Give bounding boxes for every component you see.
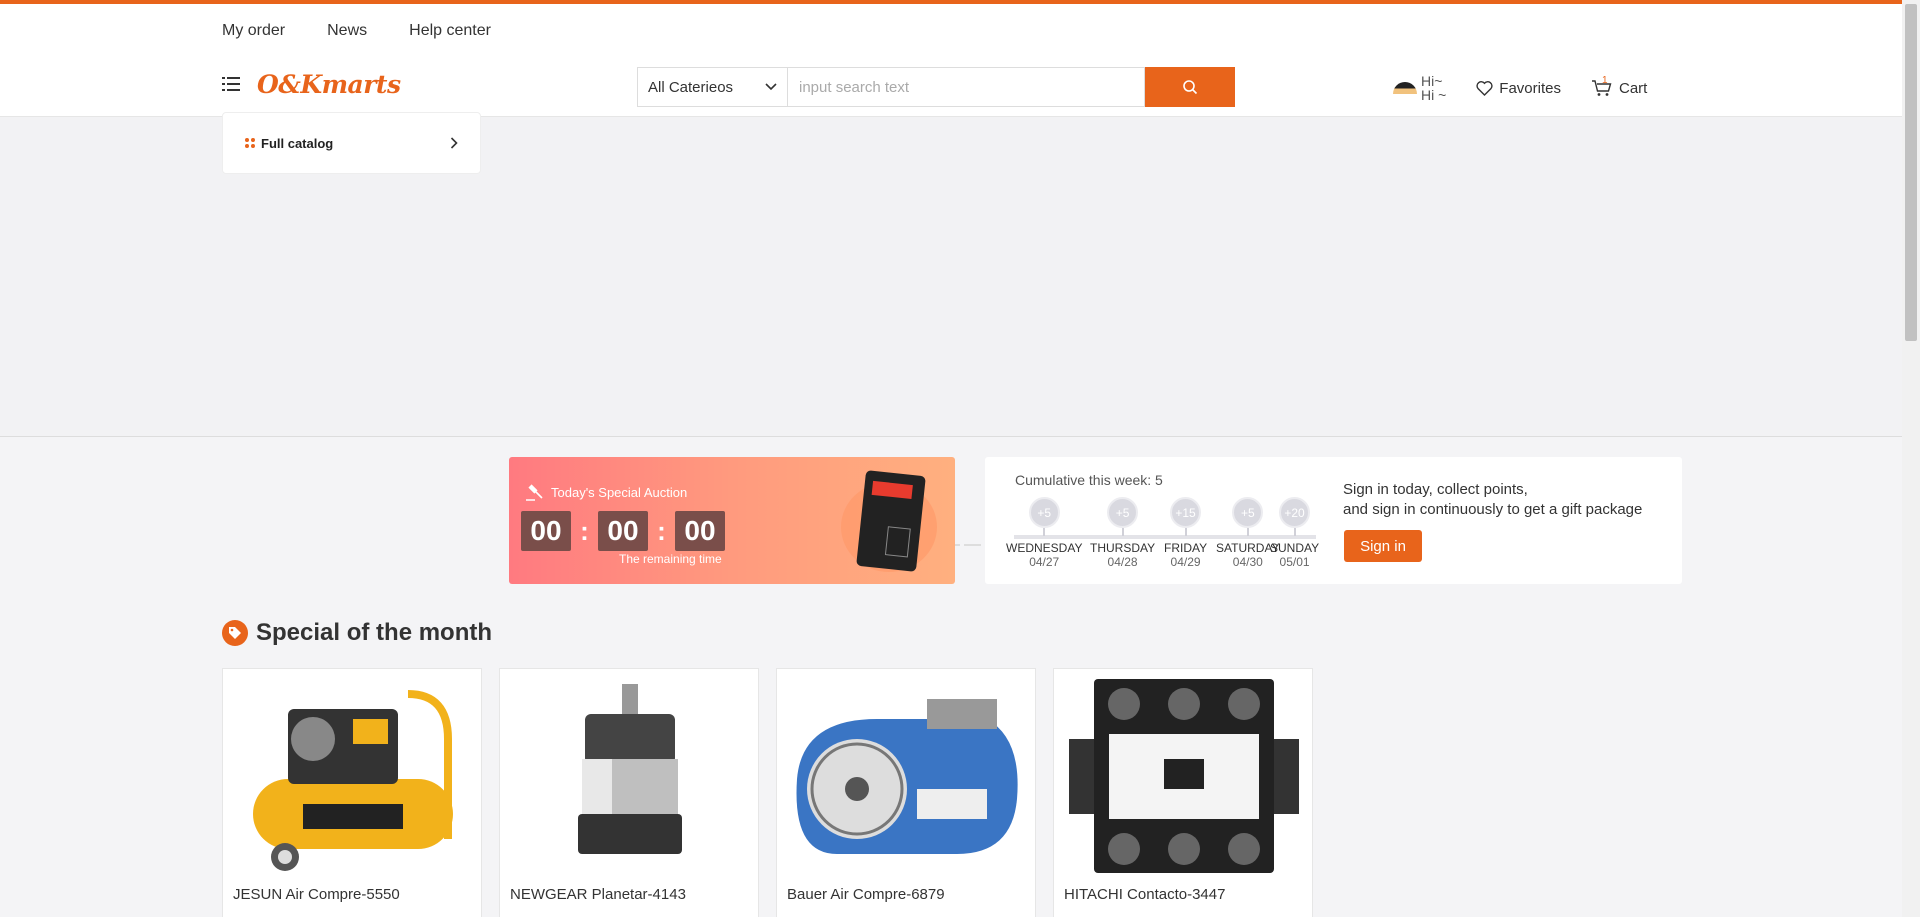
my-order-link[interactable]: My order — [222, 22, 285, 40]
news-link[interactable]: News — [327, 22, 367, 40]
product-name: JESUN Air Compre-5550 — [233, 886, 400, 903]
product-card[interactable]: JESUN Air Compre-5550 — [222, 668, 482, 917]
auction-title: Today's Special Auction — [525, 483, 687, 501]
bauer-compressor-image — [796, 699, 1018, 854]
full-catalog-label-group: Full catalog — [245, 136, 333, 151]
day-name: WEDNESDAY — [1006, 541, 1083, 555]
search-button[interactable] — [1145, 67, 1235, 107]
gavel-icon — [526, 484, 543, 501]
checkin-day: +20 SUNDAY 05/01 — [1270, 497, 1319, 569]
sign-in-button[interactable]: Sign in — [1344, 530, 1422, 562]
full-catalog-label: Full catalog — [261, 135, 334, 151]
contactor-image — [1069, 679, 1299, 873]
auction-title-text: Today's Special Auction — [551, 484, 688, 500]
timer-minutes: 00 — [598, 511, 648, 551]
cart-label: Cart — [1618, 79, 1648, 97]
favorites-link[interactable]: Favorites — [1476, 80, 1561, 97]
day-name: FRIDAY — [1164, 541, 1208, 555]
timer-separator: : — [657, 515, 666, 546]
special-section-title: Special of the month — [222, 619, 492, 647]
checkin-day: +15 FRIDAY 04/29 — [1164, 497, 1207, 569]
scrollbar-thumb[interactable] — [1905, 4, 1917, 341]
tag-icon — [222, 620, 248, 646]
chevron-right-icon — [450, 137, 458, 149]
timer-separator: : — [580, 515, 589, 546]
favorites-label: Favorites — [1499, 79, 1561, 97]
special-auction-card[interactable]: Today's Special Auction 00 : 00 : 00 The… — [509, 457, 955, 584]
product-card[interactable]: Bauer Air Compre-6879 — [776, 668, 1036, 917]
timer-seconds: 00 — [675, 511, 725, 551]
checkin-day: +5 WEDNESDAY 04/27 — [1006, 497, 1082, 569]
full-catalog-button[interactable]: Full catalog — [222, 112, 481, 174]
air-compressor-image — [253, 690, 453, 871]
category-select-value: All Caterieos — [648, 78, 734, 96]
product-card[interactable]: NEWGEAR Planetar-4143 — [499, 668, 759, 917]
cart-link[interactable]: 1 Cart — [1591, 75, 1648, 97]
user-area: Hi~ Hi ~ Favorites 1 Cart — [1393, 74, 1677, 102]
points-bubble: +15 — [1170, 497, 1202, 528]
category-select[interactable]: All Caterieos — [637, 67, 787, 107]
planetary-gearbox-image — [578, 684, 682, 854]
auction-product-image — [841, 470, 937, 572]
help-center-link[interactable]: Help center — [409, 22, 491, 40]
checkin-card: Cumulative this week: 5 +5 WEDNESDAY 04/… — [985, 457, 1682, 584]
product-list: JESUN Air Compre-5550 NEWGEAR Planetar-4… — [222, 668, 1313, 917]
day-date: 04/27 — [1029, 555, 1060, 569]
site-logo[interactable]: O&Kmarts — [257, 70, 401, 99]
day-date: 04/29 — [1170, 555, 1201, 569]
cart-count-badge: 1 — [1601, 75, 1608, 86]
day-name: SUNDAY — [1270, 541, 1320, 555]
day-date: 04/28 — [1107, 555, 1138, 569]
product-name: HITACHI Contacto-3447 — [1064, 886, 1226, 903]
points-bubble: +5 — [1232, 497, 1264, 528]
product-name: Bauer Air Compre-6879 — [787, 886, 945, 903]
chevron-down-icon — [765, 83, 777, 91]
user-greeting[interactable]: Hi~ Hi ~ — [1421, 74, 1446, 102]
special-section-title-text: Special of the month — [256, 619, 493, 646]
search-icon — [1183, 80, 1198, 95]
points-bubble: +20 — [1279, 497, 1311, 528]
scrollbar[interactable] — [1902, 0, 1920, 917]
day-date: 05/01 — [1279, 555, 1310, 569]
product-name: NEWGEAR Planetar-4143 — [510, 886, 686, 903]
signin-message-line-2: and sign in continuously to get a gift p… — [1343, 501, 1643, 518]
heart-icon — [1476, 80, 1493, 96]
search-input[interactable] — [787, 67, 1145, 107]
remaining-time-label: The remaining time — [619, 552, 722, 566]
checkin-day: +5 THURSDAY 04/28 — [1090, 497, 1155, 569]
points-bubble: +5 — [1028, 497, 1060, 528]
greeting-line-2: Hi ~ — [1421, 87, 1447, 103]
cumulative-points: Cumulative this week: 5 — [1015, 472, 1163, 488]
signin-message-line-1: Sign in today, collect points, — [1343, 481, 1528, 498]
greeting-line-1: Hi~ — [1421, 73, 1443, 89]
day-name: THURSDAY — [1090, 541, 1156, 555]
header: My order News Help center O&Kmarts All C… — [0, 4, 1902, 117]
points-bubble: +5 — [1107, 497, 1139, 528]
carousel-dot[interactable] — [963, 544, 981, 546]
auction-timer: 00 : 00 : 00 — [521, 511, 725, 551]
top-links: My order News Help center — [222, 22, 533, 40]
signin-message: Sign in today, collect points, and sign … — [1343, 480, 1642, 520]
menu-icon[interactable] — [222, 76, 240, 92]
product-card[interactable]: HITACHI Contacto-3447 — [1053, 668, 1313, 917]
timer-hours: 00 — [521, 511, 571, 551]
grid-dots-icon — [245, 138, 255, 148]
avatar[interactable] — [1393, 82, 1417, 94]
search-bar: All Caterieos — [637, 67, 1235, 107]
